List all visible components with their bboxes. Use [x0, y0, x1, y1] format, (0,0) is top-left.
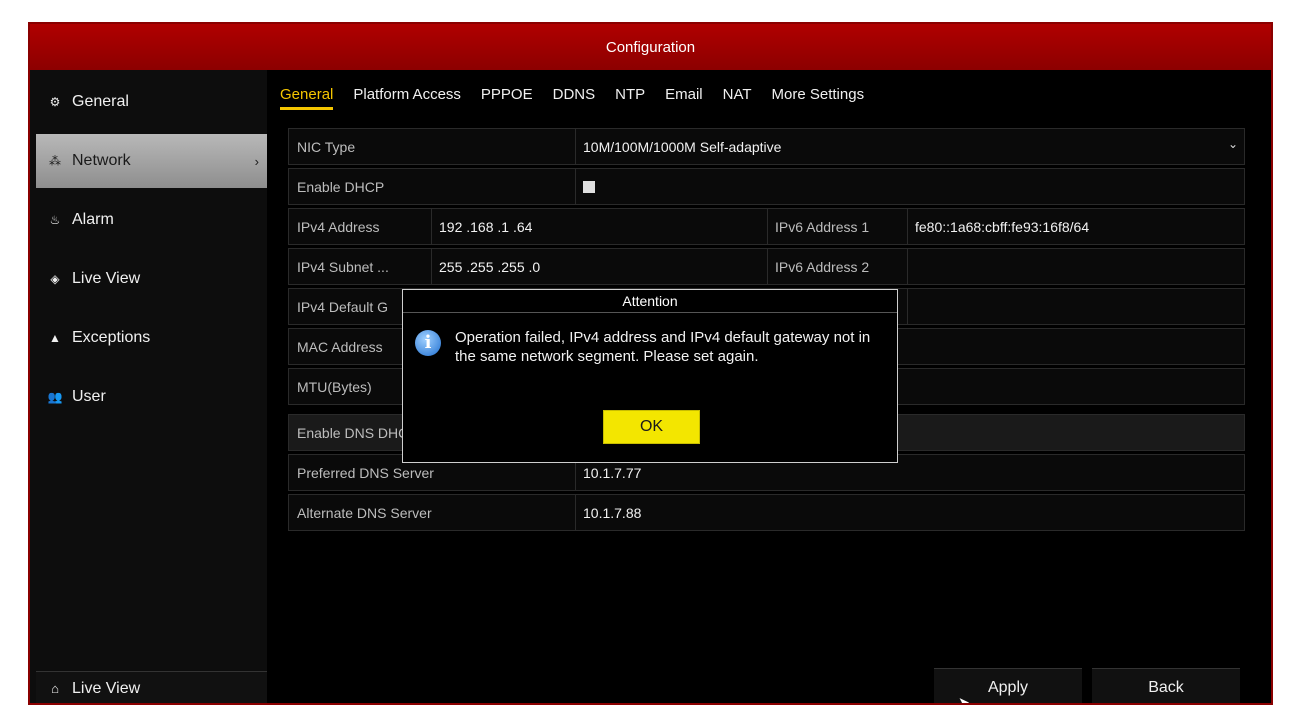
window-title: Configuration [30, 24, 1271, 70]
back-button[interactable]: Back [1092, 668, 1240, 703]
sidebar-item-label: Exceptions [72, 329, 151, 346]
sidebar-item-label: General [72, 93, 129, 110]
live-view-label: Live View [72, 679, 141, 697]
sidebar-item-alarm[interactable]: ♨ Alarm [36, 193, 267, 247]
sidebar-item-user[interactable]: 👥 User [36, 370, 267, 424]
dialog-title: Attention [403, 290, 897, 313]
enable-dhcp-cell [575, 169, 675, 204]
alternate-dns-row: Alternate DNS Server 10.1.7.88 [288, 494, 1245, 531]
nic-type-value: 10M/100M/1000M Self-adaptive [583, 138, 782, 155]
ipv6-address-1-value: fe80::1a68:cbff:fe93:16f8/64 [915, 218, 1090, 235]
alarm-icon: ♨ [49, 213, 61, 227]
ipv4-subnet-field[interactable]: 255 .255 .255 .0 [431, 249, 767, 284]
nic-type-label: NIC Type [297, 138, 356, 155]
nic-type-select[interactable]: 10M/100M/1000M Self-adaptive ⌄ [575, 129, 1246, 164]
tab-nat[interactable]: NAT [723, 84, 752, 110]
tab-more-settings[interactable]: More Settings [772, 84, 865, 110]
users-icon: 👥 [47, 390, 63, 404]
ipv6-address-1-label: IPv6 Address 1 [775, 218, 870, 235]
mouse-cursor-icon: ➤ [958, 694, 970, 705]
network-icon: ⁂ [49, 154, 61, 168]
ipv4-subnet-label: IPv4 Subnet ... [297, 258, 389, 275]
enable-dhcp-checkbox[interactable] [583, 180, 595, 193]
sidebar-item-general[interactable]: ⚙ General [36, 75, 267, 129]
apply-button[interactable]: Apply [934, 668, 1082, 703]
sidebar-item-exceptions[interactable]: ▲ Exceptions [36, 311, 267, 365]
configuration-window: Configuration ⚙ General ⁂ Network › ♨ Al… [28, 22, 1273, 705]
sidebar-item-label: User [72, 388, 106, 405]
tab-platform-access[interactable]: Platform Access [353, 84, 461, 110]
sidebar-item-label: Network [72, 152, 131, 169]
chevron-down-icon: ⌄ [1227, 137, 1238, 151]
ipv4-address-label: IPv4 Address [297, 218, 380, 235]
attention-dialog: Attention i Operation failed, IPv4 addre… [402, 289, 898, 463]
nic-type-row: NIC Type 10M/100M/1000M Self-adaptive ⌄ [288, 128, 1245, 165]
ipv4-subnet-row: IPv4 Subnet ... 255 .255 .255 .0 IPv6 Ad… [288, 248, 1245, 285]
ipv4-address-row: IPv4 Address 192 .168 .1 .64 IPv6 Addres… [288, 208, 1245, 245]
alternate-dns-label: Alternate DNS Server [297, 504, 432, 521]
sidebar-item-label: Live View [72, 270, 141, 287]
chevron-right-icon: › [254, 153, 259, 169]
tab-general[interactable]: General [280, 84, 334, 110]
sidebar: ⚙ General ⁂ Network › ♨ Alarm ◈ Live Vie… [30, 70, 267, 703]
tab-pppoe[interactable]: PPPOE [481, 84, 533, 110]
sidebar-item-live-view[interactable]: ◈ Live View [36, 252, 267, 306]
tab-bar: General Platform Access PPPOE DDNS NTP E… [280, 84, 884, 112]
eye-icon: ◈ [50, 272, 60, 286]
ok-button[interactable]: OK [603, 410, 700, 444]
ipv4-address-field[interactable]: 192 .168 .1 .64 [431, 209, 767, 244]
alternate-dns-field[interactable]: 10.1.7.88 [575, 495, 1246, 530]
ipv6-address-2-label: IPv6 Address 2 [775, 258, 870, 275]
enable-dhcp-row: Enable DHCP [288, 168, 1245, 205]
info-icon: i [415, 330, 441, 356]
warning-icon: ▲ [49, 331, 61, 345]
gear-icon: ⚙ [49, 95, 61, 109]
sidebar-item-label: Alarm [72, 211, 114, 228]
ipv6-address-2-value [907, 249, 1246, 284]
live-view-button[interactable]: ⌂ Live View [36, 671, 267, 703]
tab-email[interactable]: Email [665, 84, 703, 110]
dialog-message: Operation failed, IPv4 address and IPv4 … [455, 329, 871, 365]
tab-ddns[interactable]: DDNS [553, 84, 596, 110]
tab-ntp[interactable]: NTP [615, 84, 645, 110]
enable-dhcp-label: Enable DHCP [297, 178, 385, 195]
home-icon: ⌂ [51, 681, 59, 696]
sidebar-item-network[interactable]: ⁂ Network › [36, 134, 267, 188]
